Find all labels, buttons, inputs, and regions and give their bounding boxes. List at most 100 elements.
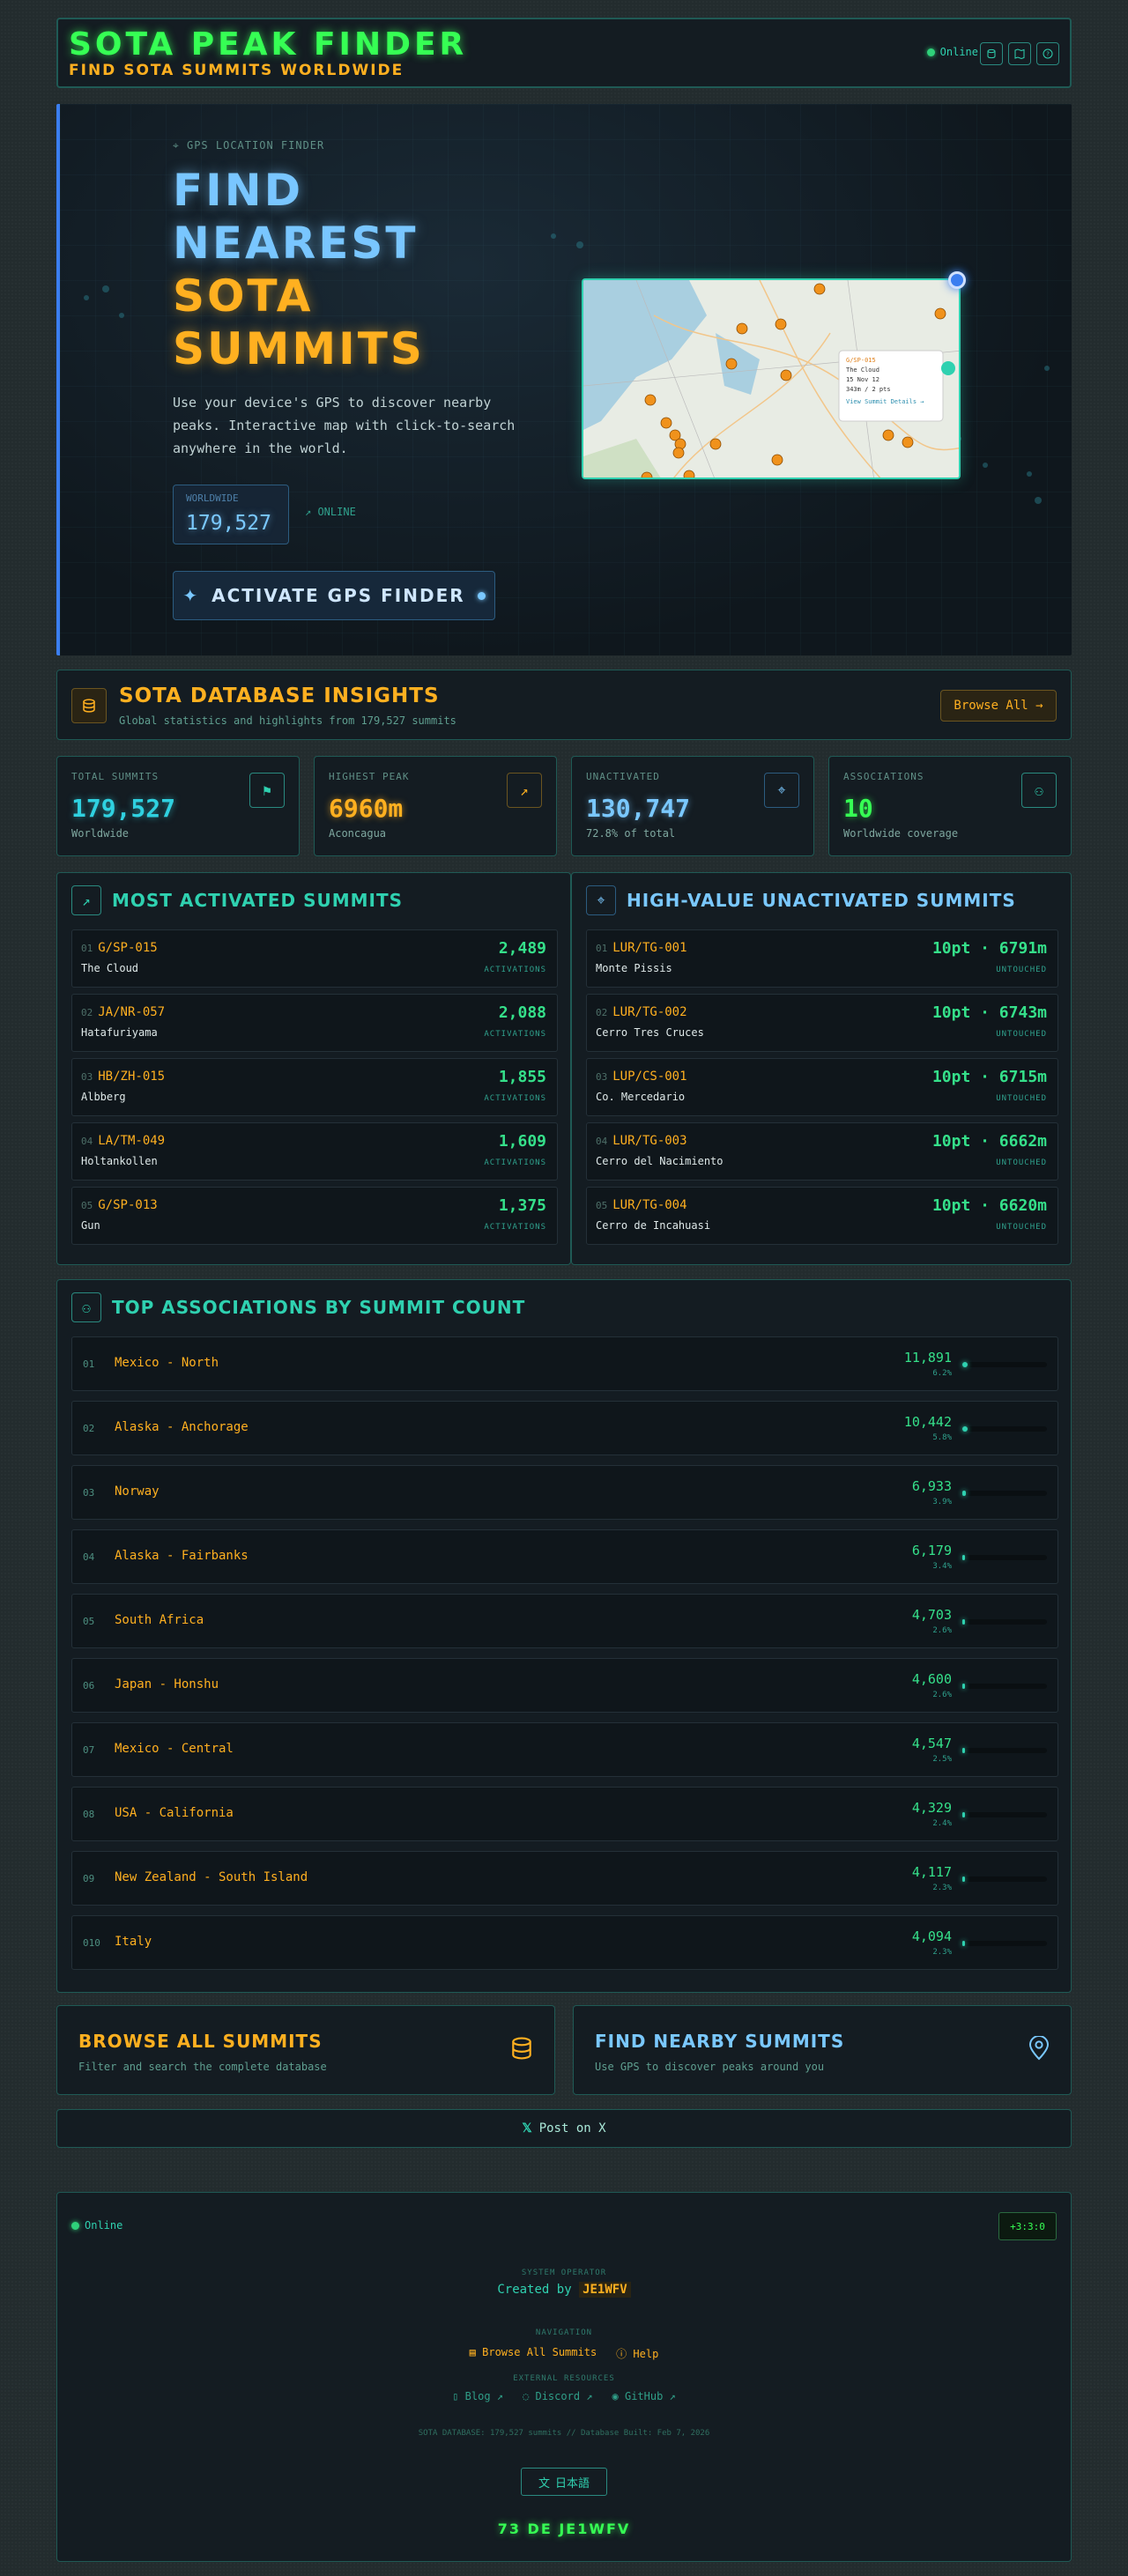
summit-percent: 5.8% [932,1433,952,1442]
list-item[interactable]: 01 G/SP-015 The Cloud 2,489 ACTIVATIONS [71,929,558,988]
map-popup: G/SP-015 The Cloud 15 Nov 12 343m / 2 pt… [846,357,924,407]
footer-help-link[interactable]: ⓘ Help [616,2346,658,2361]
operator-label: SYSTEM OPERATOR [521,2269,607,2277]
github-link[interactable]: ◉ GitHub ↗ [612,2390,676,2402]
summit-count: 4,703 [911,1607,952,1623]
cta-dot-icon [477,591,486,600]
summit-percent: 6.2% [932,1369,952,1378]
find-nearby-card[interactable]: FIND NEARBY SUMMITS Use GPS to discover … [573,2005,1072,2095]
row-rank: 07 [83,1744,95,1756]
map-pin-icon: ⌖ [764,773,799,808]
view-summit-details-link[interactable]: View Summit Details → [846,397,924,407]
row-rank: 01 [83,1358,95,1370]
row-rank: 06 [83,1680,95,1691]
hero-section: ⌖ GPS LOCATION FINDER FIND NEAREST SOTA … [56,104,1072,655]
association-row[interactable]: 05 South Africa 4,703 2.6% [71,1594,1058,1648]
list-item[interactable]: 02 LUR/TG-002 Cerro Tres Cruces 10pt · 67… [586,994,1058,1052]
association-name: USA - California [115,1806,234,1820]
list-item[interactable]: 02 JA/NR-057 Hatafuriyama 2,088 ACTIVATIO… [71,994,558,1052]
footer-status: Online [71,2219,122,2232]
callsign-link[interactable]: JE1WFV [579,2282,631,2298]
footer-browse-all-link[interactable]: ▤ Browse All Summits [470,2346,597,2361]
association-row[interactable]: 010 Italy 4,094 2.3% [71,1915,1058,1970]
association-row[interactable]: 04 Alaska - Fairbanks 6,179 3.4% [71,1529,1058,1584]
share-bar-fill [962,1748,965,1753]
association-name: Mexico - North [115,1356,219,1370]
list-item[interactable]: 01 LUR/TG-001 Monte Pissis 10pt · 6791m U… [586,929,1058,988]
list-item[interactable]: 05 G/SP-013 Gun 1,375 ACTIVATIONS [71,1187,558,1245]
share-bar [962,1426,1047,1432]
app-title: SOTA PEAK FINDER [69,26,468,63]
stat-card-associations: ASSOCIATIONS 10 Worldwide coverage ⚇ [828,756,1072,856]
unactivated-panel: ⌖ HIGH-VALUE UNACTIVATED SUMMITS 01 LUR/T… [571,872,1072,1265]
share-bar [962,1619,1047,1625]
association-row[interactable]: 08 USA - California 4,329 2.4% [71,1787,1058,1841]
association-row[interactable]: 02 Alaska - Anchorage 10,442 5.8% [71,1401,1058,1455]
activate-gps-button[interactable]: ✦ ACTIVATE GPS FINDER [173,571,495,620]
language-toggle-button[interactable]: 文 日本語 [521,2468,607,2496]
build-info: SOTA DATABASE: 179,527 summits // Databa… [418,2429,710,2438]
list-item[interactable]: 04 LUR/TG-003 Cerro del Nacimiento 10pt ·… [586,1122,1058,1181]
summit-count: 4,329 [911,1800,952,1816]
sign-off: 73 DE JE1WFV [497,2520,631,2537]
hero-kicker: ⌖ GPS LOCATION FINDER [173,139,325,152]
database-button[interactable] [980,42,1003,65]
association-name: Mexico - Central [115,1742,234,1756]
share-bar-fill [962,1941,965,1946]
summit-percent: 2.5% [932,1755,952,1764]
map-preview[interactable]: G/SP-015 The Cloud 15 Nov 12 343m / 2 pt… [582,278,961,479]
footer-clock: +3:3:0 [998,2212,1057,2240]
help-button[interactable]: ? [1036,42,1059,65]
most-activated-title: MOST ACTIVATED SUMMITS [112,890,404,911]
association-row[interactable]: 03 Norway 6,933 3.9% [71,1465,1058,1520]
app-header: SOTA PEAK FINDER FIND SOTA SUMMITS WORLD… [56,18,1072,88]
association-row[interactable]: 07 Mexico - Central 4,547 2.5% [71,1722,1058,1777]
map-button[interactable] [1008,42,1031,65]
database-icon [71,688,107,723]
most-activated-panel: ↗ MOST ACTIVATED SUMMITS 01 G/SP-015 The … [56,872,571,1265]
share-bar-fill [962,1555,966,1560]
associations-title: TOP ASSOCIATIONS BY SUMMIT COUNT [112,1297,526,1318]
list-item[interactable]: 03 HB/ZH-015 Albberg 1,855 ACTIVATIONS [71,1058,558,1116]
blog-link[interactable]: ▯ Blog ↗ [452,2390,503,2402]
online-dot-icon [71,2221,79,2230]
association-row[interactable]: 01 Mexico - North 11,891 6.2% [71,1336,1058,1391]
summit-count: 4,600 [911,1671,952,1687]
unactivated-title: HIGH-VALUE UNACTIVATED SUMMITS [627,890,1016,911]
browse-all-button[interactable]: Browse All → [940,690,1057,722]
association-row[interactable]: 09 New Zealand - South Island 4,117 2.3% [71,1851,1058,1906]
users-icon: ⚇ [71,1292,101,1322]
post-on-x-button[interactable]: 𝕏 Post on X [56,2109,1072,2148]
association-name: Italy [115,1935,152,1949]
share-bar [962,1748,1047,1753]
share-bar [962,1491,1047,1496]
summit-percent: 2.3% [932,1884,952,1892]
hero-title-line: SOTA [173,270,314,322]
summit-count: 4,117 [911,1864,952,1880]
browse-all-card[interactable]: BROWSE ALL SUMMITS Filter and search the… [56,2005,555,2095]
list-item[interactable]: 04 LA/TM-049 Holtankollen 1,609 ACTIVATIO… [71,1122,558,1181]
list-item[interactable]: 03 LUP/CS-001 Co. Mercedario 10pt · 6715m… [586,1058,1058,1116]
status-indicator: Online [926,46,978,58]
summit-percent: 3.4% [932,1562,952,1571]
row-rank: 04 [83,1551,95,1563]
app-subtitle: FIND SOTA SUMMITS WORLDWIDE [69,62,404,79]
insights-banner: SOTA DATABASE INSIGHTS Global statistics… [56,670,1072,740]
summit-count: 6,179 [911,1543,952,1558]
association-row[interactable]: 06 Japan - Honshu 4,600 2.6% [71,1658,1058,1713]
discord-link[interactable]: ◌ Discord ↗ [523,2390,592,2402]
insights-subtitle: Global statistics and highlights from 17… [119,714,456,727]
share-bar [962,1812,1047,1817]
gps-icon: ✦ [182,585,200,606]
summit-count: 6,933 [911,1478,952,1494]
share-bar [962,1941,1047,1946]
association-name: Alaska - Anchorage [115,1420,249,1434]
share-bar-fill [962,1876,965,1882]
database-icon [987,48,996,59]
summit-percent: 2.6% [932,1626,952,1635]
map-icon [1014,48,1025,59]
hero-title-line: FIND [173,165,304,216]
row-rank: 08 [83,1809,95,1820]
footer-external: ▯ Blog ↗ ◌ Discord ↗ ◉ GitHub ↗ [57,2390,1071,2402]
list-item[interactable]: 05 LUR/TG-004 Cerro de Incahuasi 10pt · 6… [586,1187,1058,1245]
